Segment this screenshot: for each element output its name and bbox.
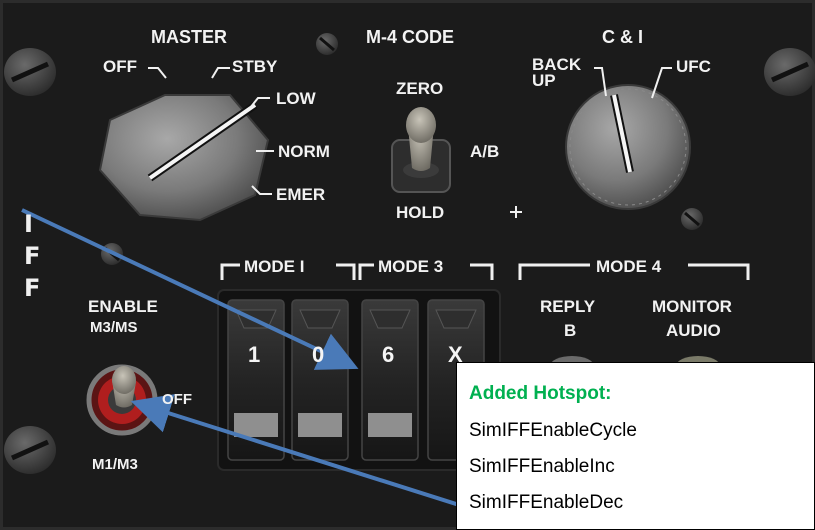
master-title: MASTER (151, 27, 227, 47)
small-screw-icon (316, 33, 338, 55)
mode3-wheel-1[interactable] (361, 299, 419, 461)
c-and-i-up-label: UP (532, 71, 556, 90)
master-off-label: OFF (103, 57, 137, 76)
mode4-audio-label: AUDIO (666, 321, 721, 340)
mode1-digit-2: 0 (312, 342, 325, 367)
mode3-digit-1: 6 (382, 342, 395, 367)
small-screw-icon (681, 208, 703, 230)
m4-hold-label: HOLD (396, 203, 445, 222)
callout-item-dec: SimIFFEnableDec (469, 492, 624, 513)
enable-title: ENABLE (88, 297, 158, 316)
enable-m3ms-label: M3/MS (90, 319, 138, 336)
mode3-label: MODE 3 (378, 257, 444, 276)
enable-off-label: OFF (162, 391, 192, 408)
master-emer-label: EMER (276, 185, 326, 204)
mode4-reply-b-label: B (564, 321, 577, 340)
c-and-i-ufc-label: UFC (676, 57, 711, 76)
mode4-monitor-label: MONITOR (652, 297, 732, 316)
enable-toggle[interactable] (86, 364, 158, 436)
mode1-label: MODE I (244, 257, 305, 276)
screw-icon (4, 426, 56, 474)
master-norm-label: NORM (278, 142, 330, 161)
callout-heading: Added Hotspot: (469, 383, 612, 404)
m4-zero-label: ZERO (396, 79, 444, 98)
hotspot-callout: Added Hotspot: SimIFFEnableCycle SimIFFE… (456, 362, 815, 530)
master-low-label: LOW (276, 89, 316, 108)
m4-ab-label: A/B (470, 142, 500, 161)
mode1-wheel-2[interactable] (291, 299, 349, 461)
callout-item-cycle: SimIFFEnableCycle (469, 420, 637, 441)
master-stby-label: STBY (232, 57, 278, 76)
iff-letter-f2: F (24, 274, 41, 302)
c-and-i-title: C & I (602, 27, 644, 47)
screw-icon (764, 48, 815, 96)
screenshot-stage: MASTER OFF STBY LOW NORM EMER M-4 CODE Z… (0, 0, 815, 530)
mode4-label: MODE 4 (596, 257, 662, 276)
c-and-i-knob[interactable] (565, 84, 691, 210)
screw-icon (4, 48, 56, 96)
mode4-reply-label: REPLY (540, 297, 596, 316)
callout-item-inc: SimIFFEnableInc (469, 456, 615, 477)
iff-letter-i: I (24, 210, 33, 238)
enable-m1m3-label: M1/M3 (92, 456, 138, 473)
m4-code-title: M-4 CODE (366, 27, 455, 47)
mode1-digit-1: 1 (248, 342, 261, 367)
iff-letter-f1: F (24, 242, 41, 270)
